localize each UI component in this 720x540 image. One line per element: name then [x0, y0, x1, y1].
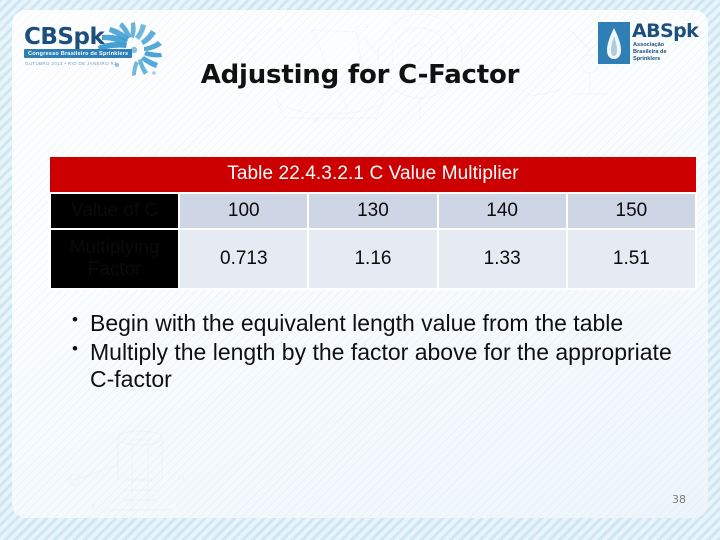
abspk-wordmark: ABSpk — [632, 20, 699, 42]
row-label-multiplying-factor: Multiplying Factor — [48, 228, 181, 290]
abspk-sprinkler-icon — [598, 22, 630, 64]
svg-text:42: 42 — [312, 118, 318, 124]
cell-factor-140: 1.33 — [436, 228, 568, 290]
svg-text:14: 14 — [178, 476, 184, 482]
svg-text:9: 9 — [92, 504, 95, 510]
page-number: 38 — [672, 493, 686, 506]
slide-content-panel: 23 18 26 27 42 22 31 9 14 CBSpk Congress… — [12, 10, 708, 518]
cell-c-100: 100 — [178, 192, 310, 230]
list-item: • Begin with the equivalent length value… — [72, 310, 694, 337]
svg-text:27: 27 — [500, 46, 506, 52]
svg-text:18: 18 — [468, 24, 474, 30]
bullet-text: Multiply the length by the factor above … — [90, 338, 672, 392]
cell-c-150: 150 — [565, 192, 698, 230]
table-caption: Table 22.4.3.2.1 C Value Multiplier — [50, 157, 696, 193]
cell-c-140: 140 — [436, 192, 568, 230]
bullet-text: Begin with the equivalent length value f… — [90, 310, 624, 336]
bullet-dot-icon: • — [72, 310, 78, 329]
cbspk-wordmark: CBSpk — [24, 24, 105, 50]
svg-text:26: 26 — [276, 28, 282, 34]
cell-factor-130: 1.16 — [307, 228, 439, 290]
slide: 23 18 26 27 42 22 31 9 14 CBSpk Congress… — [0, 0, 720, 540]
c-value-multiplier-table: Table 22.4.3.2.1 C Value Multiplier Valu… — [48, 157, 698, 290]
page-title: Adjusting for C-Factor — [200, 60, 520, 90]
row-label-line-1: Multiplying — [69, 237, 160, 259]
list-item: • Multiply the length by the factor abov… — [72, 339, 694, 393]
cell-c-130: 130 — [307, 192, 439, 230]
table-row: Value of C 100 130 140 150 — [48, 192, 698, 230]
row-label-value-of-c: Value of C — [48, 192, 181, 230]
cell-factor-150: 1.51 — [565, 228, 698, 290]
cbspk-subtitle: Congresso Brasileiro de Sprinklers — [24, 49, 133, 58]
row-label-line-2: Factor — [87, 259, 142, 280]
cell-factor-100: 0.713 — [178, 228, 310, 290]
svg-text:23: 23 — [362, 24, 368, 30]
table-row: Multiplying Factor 0.713 1.16 1.33 1.51 — [48, 228, 698, 290]
bullet-dot-icon: • — [72, 338, 78, 358]
bullet-list: • Begin with the equivalent length value… — [72, 310, 694, 395]
